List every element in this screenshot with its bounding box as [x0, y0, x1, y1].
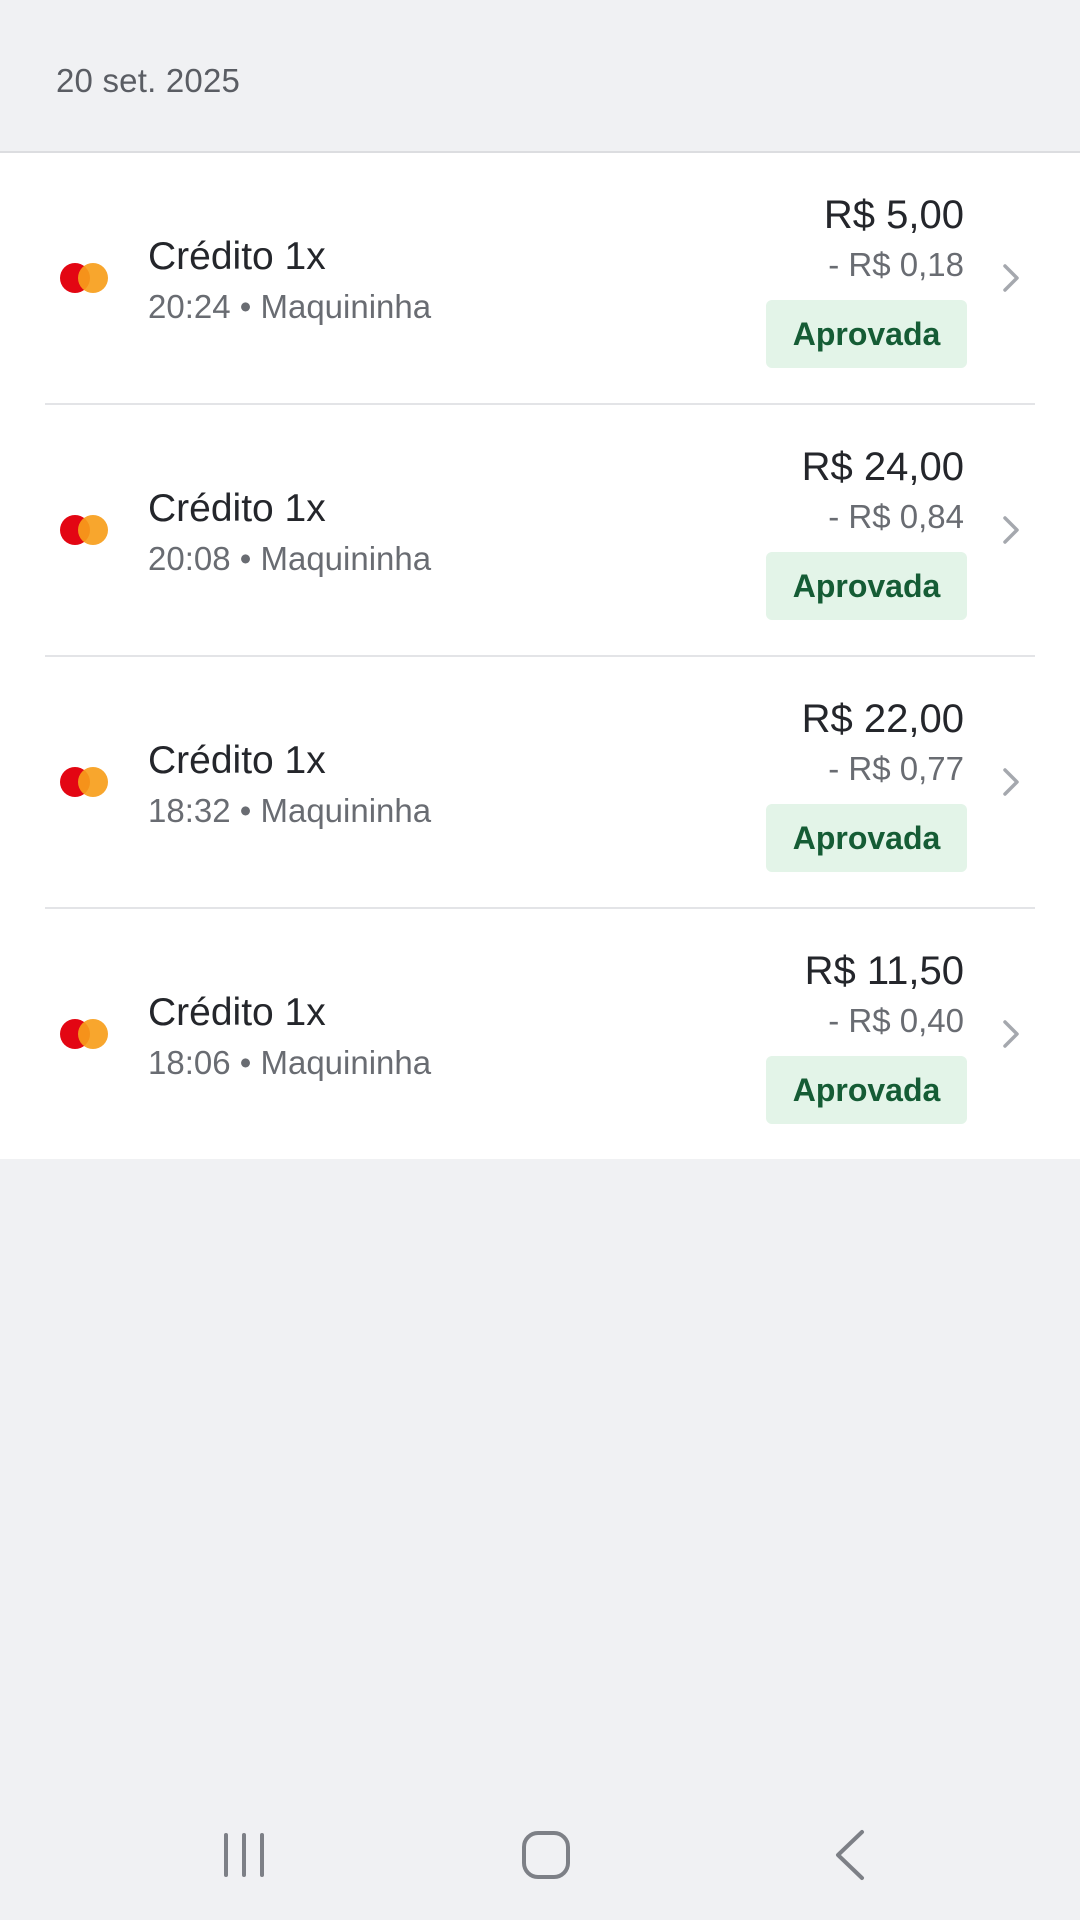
date-header: 20 set. 2025 — [0, 0, 1080, 153]
mastercard-icon — [60, 263, 108, 293]
transaction-time: 20:24 — [148, 288, 231, 325]
transaction-subtitle: 18:06 • Maquininha — [148, 1044, 432, 1081]
back-button[interactable] — [770, 1780, 930, 1920]
status-badge: Aprovada — [766, 300, 967, 368]
transaction-fee: - R$ 0,77 — [828, 750, 964, 787]
transaction-title: Crédito 1x — [148, 991, 326, 1034]
transaction-fee: - R$ 0,18 — [828, 246, 964, 283]
mastercard-icon — [60, 515, 108, 545]
mastercard-icon — [60, 767, 108, 797]
chevron-right-icon — [1003, 1020, 1019, 1048]
transaction-row[interactable]: Crédito 1x 18:06 • Maquininha R$ 11,50 -… — [45, 909, 1035, 1159]
chevron-right-icon — [1003, 768, 1019, 796]
transaction-channel: Maquininha — [260, 540, 432, 577]
transaction-amount: R$ 22,00 — [801, 697, 964, 741]
transaction-list: Crédito 1x 20:24 • Maquininha R$ 5,00 - … — [0, 153, 1080, 1159]
chevron-right-icon — [1003, 264, 1019, 292]
status-badge: Aprovada — [766, 552, 967, 620]
transaction-amount: R$ 24,00 — [801, 445, 964, 489]
recent-apps-icon — [224, 1833, 264, 1877]
transaction-title: Crédito 1x — [148, 487, 326, 530]
transaction-time: 18:32 — [148, 792, 231, 829]
transaction-channel: Maquininha — [260, 1044, 432, 1081]
transaction-fee: - R$ 0,40 — [828, 1002, 964, 1039]
transaction-subtitle: 20:08 • Maquininha — [148, 540, 432, 577]
transaction-channel: Maquininha — [260, 288, 432, 325]
back-icon — [836, 1830, 864, 1880]
transaction-amount: R$ 5,00 — [823, 193, 964, 237]
transaction-subtitle: 18:32 • Maquininha — [148, 792, 432, 829]
transaction-row[interactable]: Crédito 1x 18:32 • Maquininha R$ 22,00 -… — [45, 657, 1035, 909]
status-badge: Aprovada — [766, 1056, 967, 1124]
transaction-amount: R$ 11,50 — [804, 949, 964, 993]
transaction-fee: - R$ 0,84 — [828, 498, 964, 535]
transaction-time: 20:08 — [148, 540, 231, 577]
transaction-row[interactable]: Crédito 1x 20:08 • Maquininha R$ 24,00 -… — [45, 405, 1035, 657]
transaction-row[interactable]: Crédito 1x 20:24 • Maquininha R$ 5,00 - … — [45, 153, 1035, 405]
transaction-title: Crédito 1x — [148, 739, 326, 782]
transaction-time: 18:06 — [148, 1044, 231, 1081]
system-navigation-bar — [0, 1780, 1080, 1920]
home-icon — [522, 1831, 570, 1879]
transaction-channel: Maquininha — [260, 792, 432, 829]
mastercard-icon — [60, 1019, 108, 1049]
chevron-right-icon — [1003, 516, 1019, 544]
transaction-title: Crédito 1x — [148, 235, 326, 278]
date-label: 20 set. 2025 — [56, 62, 241, 99]
status-badge: Aprovada — [766, 804, 967, 872]
home-button[interactable] — [466, 1780, 626, 1920]
recent-apps-button[interactable] — [164, 1780, 324, 1920]
transaction-subtitle: 20:24 • Maquininha — [148, 288, 432, 325]
